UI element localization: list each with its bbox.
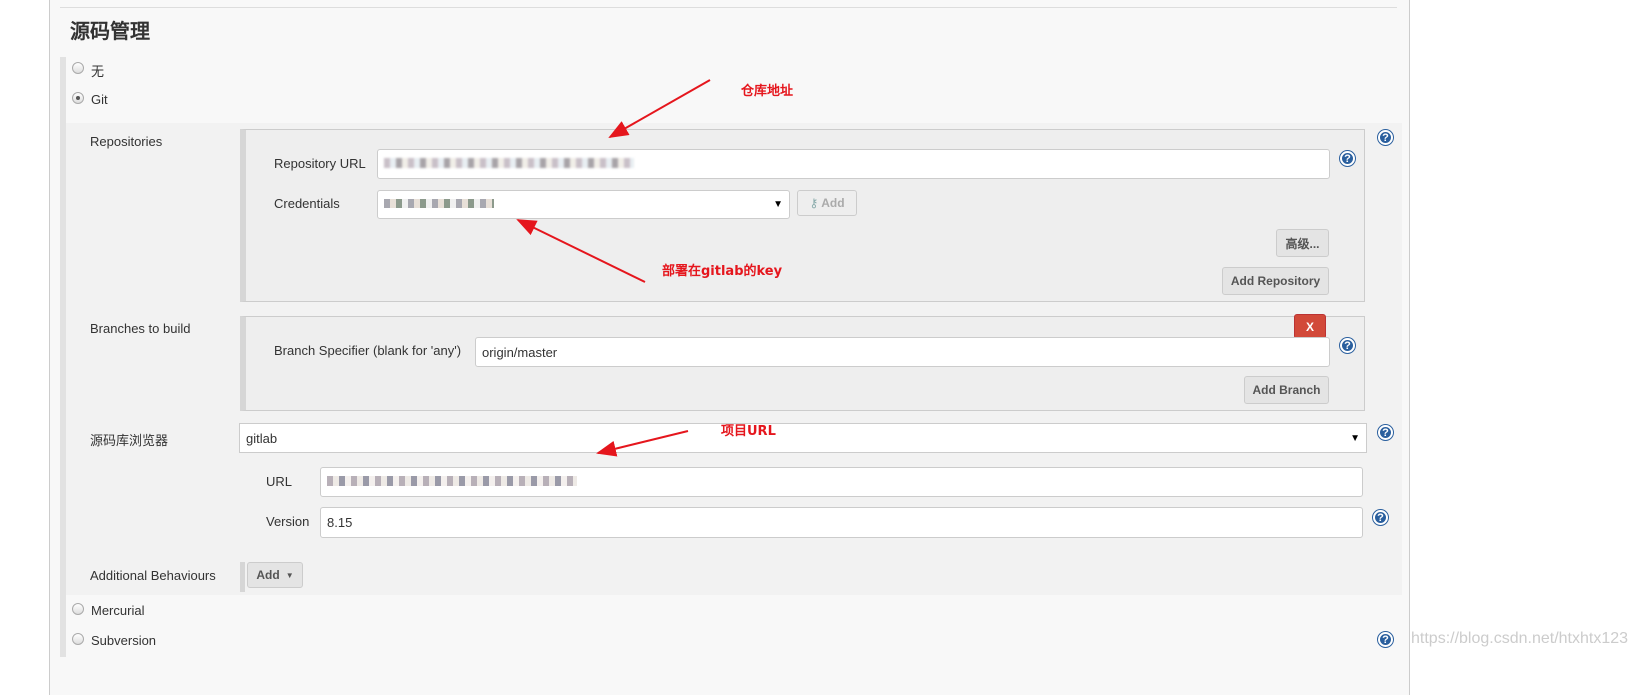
- annotation-project-url: 项目URL: [721, 424, 776, 439]
- arrow-repo: [608, 79, 711, 138]
- annotation-repo-address: 仓库地址: [741, 84, 794, 99]
- arrow-key: [516, 219, 646, 283]
- annotation-gitlab-key: 部署在gitlab的key: [662, 264, 783, 279]
- watermark: https://blog.csdn.net/htxhtx123: [1411, 630, 1629, 647]
- annotation-arrows: [516, 79, 711, 457]
- arrow-url: [596, 430, 689, 457]
